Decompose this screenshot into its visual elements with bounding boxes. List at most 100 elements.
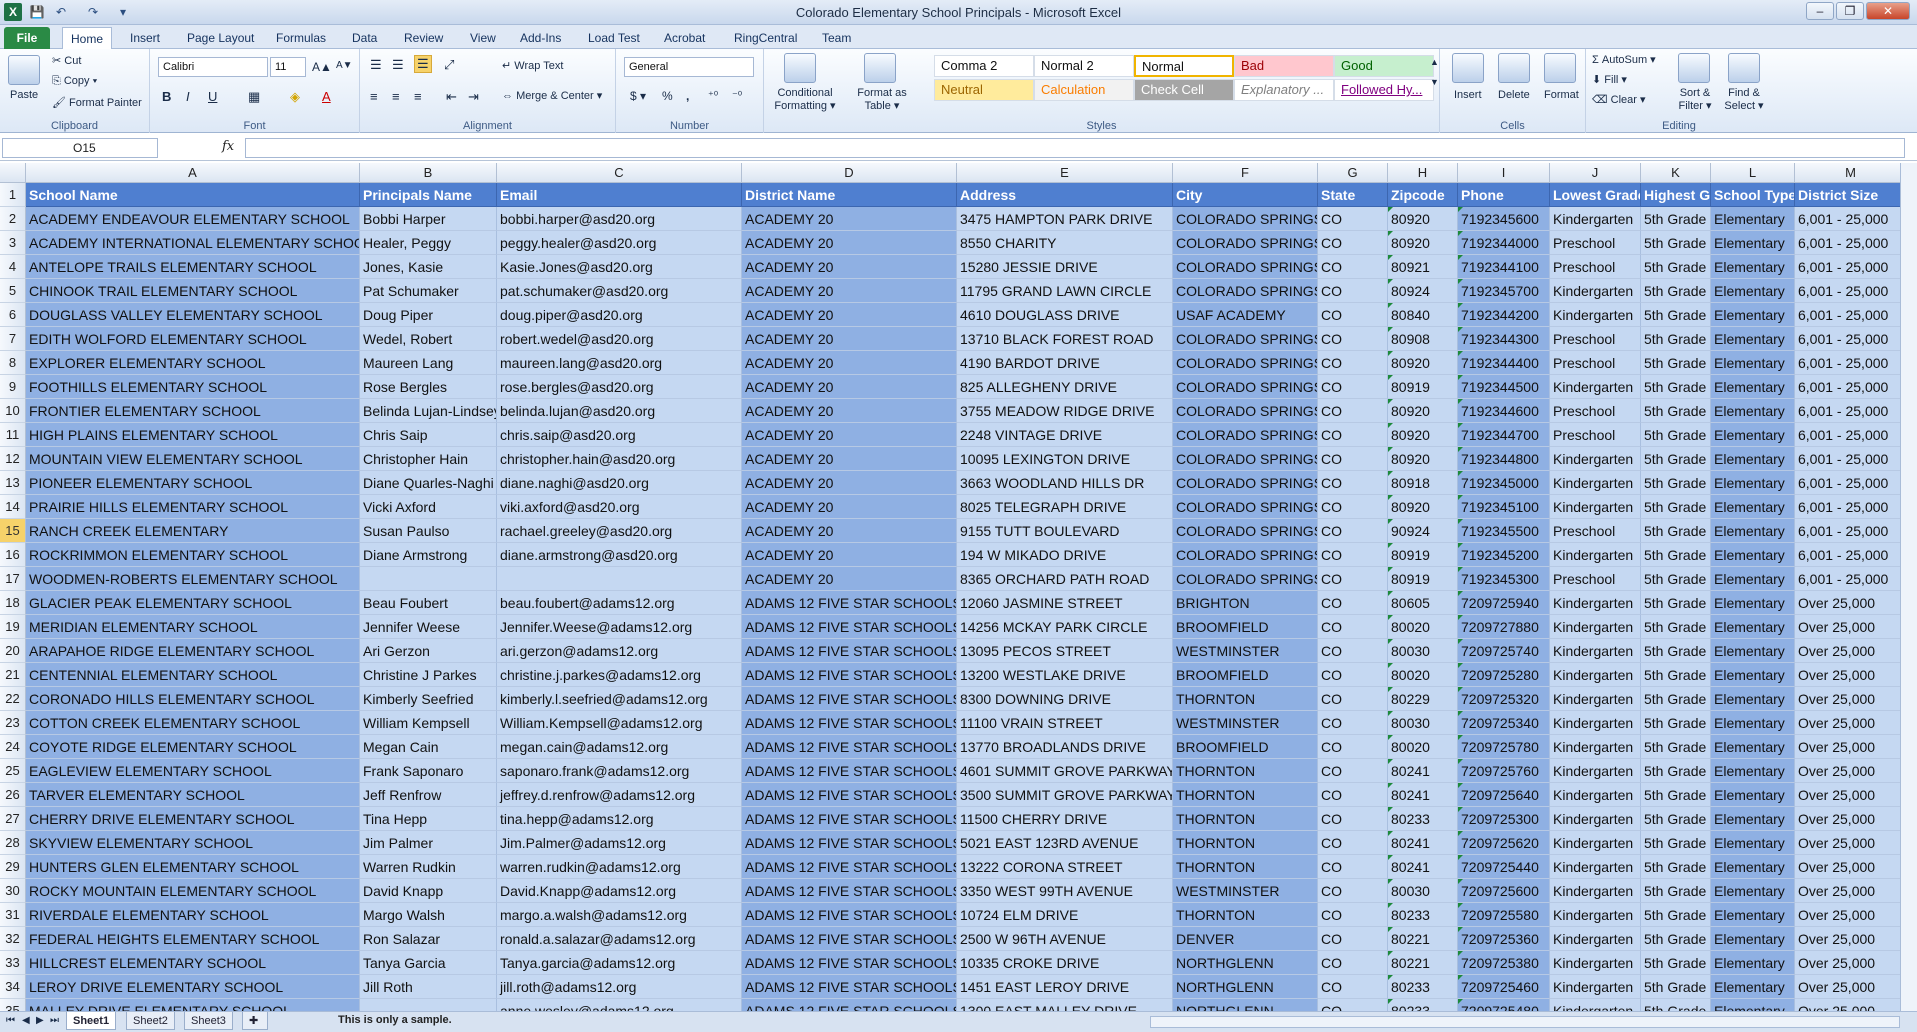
- table-cell[interactable]: 5th Grade: [1641, 591, 1711, 615]
- table-cell[interactable]: 6,001 - 25,000: [1795, 471, 1907, 495]
- table-cell[interactable]: Elementary: [1711, 423, 1795, 447]
- row-header[interactable]: 19: [0, 615, 26, 639]
- table-cell[interactable]: COLORADO SPRINGS: [1173, 543, 1318, 567]
- table-cell[interactable]: COYOTE RIDGE ELEMENTARY SCHOOL: [26, 735, 360, 759]
- align-bottom-icon[interactable]: ☰: [414, 55, 432, 73]
- table-cell[interactable]: NORTHGLENN: [1173, 951, 1318, 975]
- conditional-formatting-icon[interactable]: [784, 53, 816, 83]
- conditional-formatting-button[interactable]: Conditional Formatting ▾: [770, 87, 840, 113]
- table-cell[interactable]: THORNTON: [1173, 831, 1318, 855]
- column-title-cell[interactable]: Address: [957, 183, 1173, 207]
- tab-acrobat[interactable]: Acrobat: [656, 27, 713, 49]
- table-cell[interactable]: 7192345700: [1458, 279, 1550, 303]
- table-cell[interactable]: 1300 EAST MALLEY DRIVE: [957, 999, 1173, 1011]
- table-cell[interactable]: ADAMS 12 FIVE STAR SCHOOLS: [742, 855, 957, 879]
- table-cell[interactable]: Jeff Renfrow: [360, 783, 497, 807]
- table-cell[interactable]: GLACIER PEAK ELEMENTARY SCHOOL: [26, 591, 360, 615]
- table-cell[interactable]: [360, 567, 497, 591]
- table-cell[interactable]: Kimberly Seefried: [360, 687, 497, 711]
- align-right-icon[interactable]: ≡: [414, 89, 422, 104]
- increase-decimal-icon[interactable]: ⁺⁰: [708, 89, 718, 102]
- table-cell[interactable]: 5th Grade: [1641, 783, 1711, 807]
- table-cell[interactable]: 80920: [1388, 231, 1458, 255]
- cell-style-normal-2[interactable]: Normal 2: [1034, 55, 1134, 77]
- row-header[interactable]: 32: [0, 927, 26, 951]
- table-cell[interactable]: Kindergarten: [1550, 279, 1641, 303]
- table-cell[interactable]: 14256 MCKAY PARK CIRCLE: [957, 615, 1173, 639]
- table-cell[interactable]: 1451 EAST LEROY DRIVE: [957, 975, 1173, 999]
- cell-style-explanatory[interactable]: Explanatory ...: [1234, 79, 1334, 101]
- table-cell[interactable]: COLORADO SPRINGS: [1173, 495, 1318, 519]
- table-cell[interactable]: LEROY DRIVE ELEMENTARY SCHOOL: [26, 975, 360, 999]
- row-header[interactable]: 28: [0, 831, 26, 855]
- table-cell[interactable]: maureen.lang@asd20.org: [497, 351, 742, 375]
- table-cell[interactable]: EAGLEVIEW ELEMENTARY SCHOOL: [26, 759, 360, 783]
- font-size-select[interactable]: 11: [270, 57, 306, 77]
- table-cell[interactable]: 5th Grade: [1641, 975, 1711, 999]
- clear-button[interactable]: ⌫ Clear ▾: [1592, 93, 1646, 106]
- table-cell[interactable]: COLORADO SPRINGS: [1173, 471, 1318, 495]
- table-cell[interactable]: warren.rudkin@adams12.org: [497, 855, 742, 879]
- table-cell[interactable]: Ari Gerzon: [360, 639, 497, 663]
- table-cell[interactable]: ACADEMY 20: [742, 375, 957, 399]
- table-cell[interactable]: 80919: [1388, 543, 1458, 567]
- table-cell[interactable]: 5th Grade: [1641, 447, 1711, 471]
- row-header[interactable]: 25: [0, 759, 26, 783]
- find-select-button[interactable]: Find & Select ▾: [1720, 87, 1768, 113]
- table-cell[interactable]: 7209725620: [1458, 831, 1550, 855]
- table-cell[interactable]: 80920: [1388, 351, 1458, 375]
- paste-button[interactable]: Paste: [10, 89, 38, 101]
- table-cell[interactable]: 7192345600: [1458, 207, 1550, 231]
- table-cell[interactable]: Elementary: [1711, 855, 1795, 879]
- table-cell[interactable]: CO: [1318, 207, 1388, 231]
- table-cell[interactable]: BROOMFIELD: [1173, 615, 1318, 639]
- table-cell[interactable]: Kindergarten: [1550, 807, 1641, 831]
- table-cell[interactable]: CO: [1318, 519, 1388, 543]
- table-cell[interactable]: 7192345200: [1458, 543, 1550, 567]
- column-header-d[interactable]: D: [742, 163, 957, 183]
- table-cell[interactable]: CO: [1318, 951, 1388, 975]
- column-header-m[interactable]: M: [1795, 163, 1907, 183]
- table-cell[interactable]: ADAMS 12 FIVE STAR SCHOOLS: [742, 951, 957, 975]
- format-as-table-button[interactable]: Format as Table ▾: [852, 87, 912, 113]
- table-cell[interactable]: 11100 VRAIN STREET: [957, 711, 1173, 735]
- number-format-select[interactable]: General: [624, 57, 754, 77]
- table-cell[interactable]: 6,001 - 25,000: [1795, 399, 1907, 423]
- table-cell[interactable]: 80241: [1388, 855, 1458, 879]
- table-cell[interactable]: ACADEMY 20: [742, 351, 957, 375]
- table-cell[interactable]: ROCKRIMMON ELEMENTARY SCHOOL: [26, 543, 360, 567]
- table-cell[interactable]: Preschool: [1550, 423, 1641, 447]
- table-cell[interactable]: CO: [1318, 375, 1388, 399]
- table-cell[interactable]: CO: [1318, 255, 1388, 279]
- tab-insert[interactable]: Insert: [122, 27, 168, 49]
- table-cell[interactable]: anne.wesley@adams12.org: [497, 999, 742, 1011]
- table-cell[interactable]: 7192344300: [1458, 327, 1550, 351]
- table-cell[interactable]: ACADEMY 20: [742, 471, 957, 495]
- table-cell[interactable]: 5th Grade: [1641, 207, 1711, 231]
- table-cell[interactable]: christine.j.parkes@adams12.org: [497, 663, 742, 687]
- table-cell[interactable]: ADAMS 12 FIVE STAR SCHOOLS: [742, 999, 957, 1011]
- table-cell[interactable]: Belinda Lujan-Lindsey: [360, 399, 497, 423]
- row-header[interactable]: 33: [0, 951, 26, 975]
- row-header[interactable]: 34: [0, 975, 26, 999]
- table-cell[interactable]: 3475 HAMPTON PARK DRIVE: [957, 207, 1173, 231]
- table-cell[interactable]: 5th Grade: [1641, 399, 1711, 423]
- table-cell[interactable]: 7209725280: [1458, 663, 1550, 687]
- table-cell[interactable]: 80233: [1388, 975, 1458, 999]
- table-cell[interactable]: Kindergarten: [1550, 639, 1641, 663]
- table-cell[interactable]: COLORADO SPRINGS: [1173, 447, 1318, 471]
- table-cell[interactable]: ANTELOPE TRAILS ELEMENTARY SCHOOL: [26, 255, 360, 279]
- sheet-nav-next-icon[interactable]: ▶: [36, 1015, 44, 1026]
- tab-data[interactable]: Data: [344, 27, 385, 49]
- table-cell[interactable]: 13770 BROADLANDS DRIVE: [957, 735, 1173, 759]
- format-painter-button[interactable]: 🖌 Format Painter: [52, 96, 142, 109]
- table-cell[interactable]: 5th Grade: [1641, 735, 1711, 759]
- table-cell[interactable]: Preschool: [1550, 519, 1641, 543]
- font-name-select[interactable]: Calibri: [158, 57, 268, 77]
- table-cell[interactable]: FRONTIER ELEMENTARY SCHOOL: [26, 399, 360, 423]
- table-cell[interactable]: Elementary: [1711, 519, 1795, 543]
- table-cell[interactable]: ADAMS 12 FIVE STAR SCHOOLS: [742, 879, 957, 903]
- gallery-scroll-down-icon[interactable]: ▼: [1430, 77, 1439, 87]
- table-cell[interactable]: margo.a.walsh@adams12.org: [497, 903, 742, 927]
- insert-sheet-icon[interactable]: ✚: [242, 1012, 268, 1030]
